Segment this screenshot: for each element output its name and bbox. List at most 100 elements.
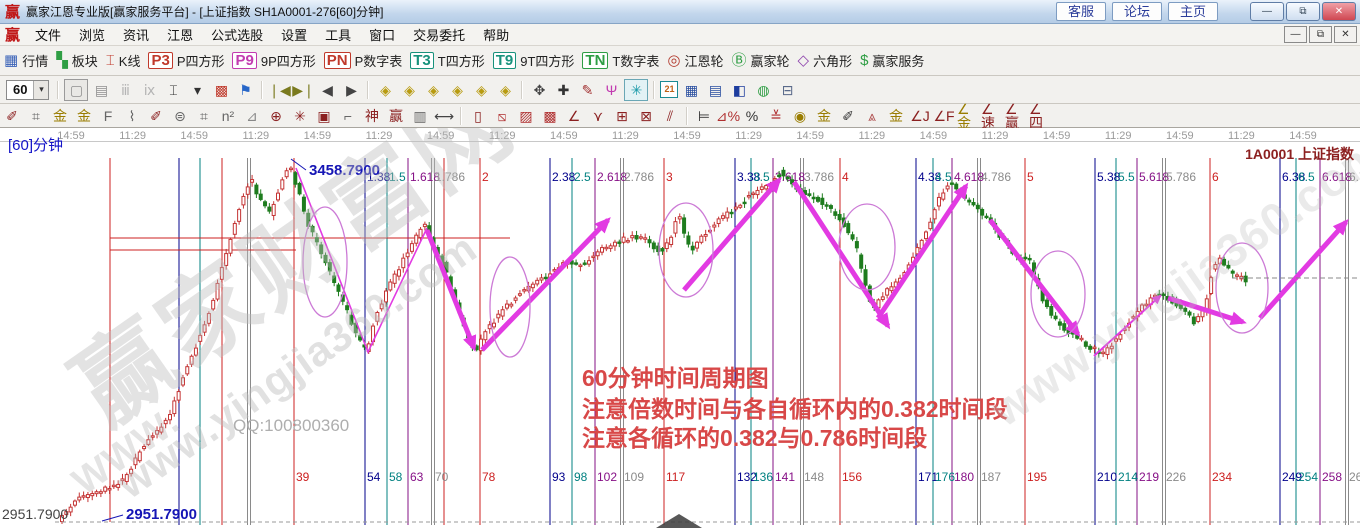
steps-icon[interactable]: ⊨ bbox=[693, 106, 715, 126]
minimize-button[interactable]: — bbox=[1250, 2, 1284, 21]
candle-style-icon[interactable]: ⌶ bbox=[162, 80, 184, 100]
fill-box-icon[interactable]: ▩ bbox=[539, 106, 561, 126]
mdi-minimize-button[interactable]: — bbox=[1284, 26, 1307, 43]
angle-tool-icon[interactable]: ∠ bbox=[563, 106, 585, 126]
winner-service-button[interactable]: $赢家服务 bbox=[860, 51, 924, 70]
titlebar-button-论坛[interactable]: 论坛 bbox=[1112, 2, 1162, 21]
first-bar-icon[interactable]: ❘◀ bbox=[268, 80, 290, 100]
gold-under-icon[interactable]: 金 bbox=[885, 106, 907, 126]
bars-tool-icon[interactable]: ⌐ bbox=[337, 106, 359, 126]
minichart3-icon[interactable]: ⅲ bbox=[114, 80, 136, 100]
menu-item-窗口[interactable]: 窗口 bbox=[360, 25, 404, 44]
hatch-box-icon[interactable]: ▨ bbox=[515, 106, 537, 126]
gann-star-icon[interactable]: ✳ bbox=[289, 106, 311, 126]
shape-icon[interactable]: Ψ bbox=[600, 80, 622, 100]
grid-box-icon[interactable]: ⊞ bbox=[611, 106, 633, 126]
next-bar-icon[interactable]: ▶ bbox=[340, 80, 362, 100]
gold-grid-2-icon[interactable]: 金 bbox=[73, 106, 95, 126]
pen2-tool-icon[interactable]: ✐ bbox=[145, 106, 167, 126]
note-tool-icon[interactable]: ▤ bbox=[90, 80, 112, 100]
box-tool-icon[interactable]: ▯ bbox=[467, 106, 489, 126]
calculator-icon[interactable]: ▦ bbox=[680, 80, 702, 100]
shen-grid-icon[interactable]: 神 bbox=[361, 106, 383, 126]
menu-item-帮助[interactable]: 帮助 bbox=[474, 25, 518, 44]
ink-pen-icon[interactable]: ✐ bbox=[837, 106, 859, 126]
color-chart-icon[interactable]: ⚑ bbox=[234, 80, 256, 100]
pan-hand-icon[interactable]: ✥ bbox=[528, 80, 550, 100]
grid-tool-icon[interactable]: ⌗ bbox=[25, 106, 47, 126]
menu-item-公式选股[interactable]: 公式选股 bbox=[202, 25, 272, 44]
chart-area[interactable]: [60]分钟 1A0001 上证指数 14:5911:2914:5911:291… bbox=[0, 128, 1360, 528]
titlebar-button-客服[interactable]: 客服 bbox=[1056, 2, 1106, 21]
f-grid-icon[interactable]: F bbox=[97, 106, 119, 126]
gann-diamond-4-icon[interactable]: ◈ bbox=[446, 80, 468, 100]
disk-globe-icon[interactable]: ◍ bbox=[752, 80, 774, 100]
win-angle-icon[interactable]: ∠赢 bbox=[1005, 106, 1027, 126]
p-square-button[interactable]: P3P四方形 bbox=[148, 51, 224, 70]
p-number-button[interactable]: PNP数字表 bbox=[324, 51, 403, 70]
menu-item-浏览[interactable]: 浏览 bbox=[70, 25, 114, 44]
spiral-tool-icon[interactable]: ⌇ bbox=[121, 106, 143, 126]
ruler-grid-icon[interactable]: ▥ bbox=[409, 106, 431, 126]
save-icon[interactable]: ◧ bbox=[728, 80, 750, 100]
hash-grid-icon[interactable]: ⌗ bbox=[193, 106, 215, 126]
titlebar-button-主页[interactable]: 主页 bbox=[1168, 2, 1218, 21]
prev-bar-icon[interactable]: ◀ bbox=[316, 80, 338, 100]
quote-button[interactable]: ▦行情 bbox=[4, 51, 48, 70]
brain-icon[interactable]: ✳ bbox=[624, 79, 648, 101]
speed-angle-icon[interactable]: ∠速 bbox=[981, 106, 1003, 126]
gann-diamond-5-icon[interactable]: ◈ bbox=[470, 80, 492, 100]
truck-icon[interactable]: ⊟ bbox=[776, 80, 798, 100]
calendar-icon[interactable]: 21 bbox=[660, 81, 678, 98]
rays-tool-icon[interactable]: ⧅ bbox=[491, 106, 513, 126]
menu-item-江恩[interactable]: 江恩 bbox=[158, 25, 202, 44]
four-angle-icon[interactable]: ∠四 bbox=[1029, 106, 1051, 126]
crosshair-icon[interactable]: ✚ bbox=[552, 80, 574, 100]
period-select[interactable]: 60 ▾ bbox=[6, 80, 49, 100]
t-square-button[interactable]: T3T四方形 bbox=[410, 51, 484, 70]
last-bar-icon[interactable]: ▶❘ bbox=[292, 80, 314, 100]
gann-diamond-2-icon[interactable]: ◈ bbox=[398, 80, 420, 100]
gold-line-icon[interactable]: 金 bbox=[813, 106, 835, 126]
candlestick-chart[interactable]: 14:5911:2914:5911:2914:5911:2914:5911:29… bbox=[0, 128, 1360, 528]
f-angle-icon[interactable]: ∠F bbox=[933, 106, 955, 126]
kline-button[interactable]: ⌶K线 bbox=[106, 51, 141, 70]
gann-diamond-6-icon[interactable]: ◈ bbox=[494, 80, 516, 100]
a-frame-icon[interactable]: ⩓ bbox=[861, 106, 883, 126]
pct-triangle-icon[interactable]: ⊿% bbox=[717, 106, 739, 126]
sector-button[interactable]: ▚板块 bbox=[56, 51, 98, 70]
notebook-icon[interactable]: ▤ bbox=[704, 80, 726, 100]
win-grid-icon[interactable]: 赢 bbox=[385, 106, 407, 126]
gann-diamond-1-icon[interactable]: ◈ bbox=[374, 80, 396, 100]
hexagon-button[interactable]: ◇六角形 bbox=[798, 51, 853, 70]
maximize-button[interactable]: ⧉ bbox=[1286, 2, 1320, 21]
gold-circle-icon[interactable]: ◉ bbox=[789, 106, 811, 126]
percent-icon[interactable]: % bbox=[741, 106, 763, 126]
t9-square-button[interactable]: T99T四方形 bbox=[493, 51, 575, 70]
a-slant-icon[interactable]: ⊿ bbox=[241, 106, 263, 126]
cross-box-icon[interactable]: ⊠ bbox=[635, 106, 657, 126]
gann-box-icon[interactable]: ▣ bbox=[313, 106, 335, 126]
frame-tool-icon[interactable]: ▢ bbox=[64, 79, 88, 101]
slashes-icon[interactable]: ⫽ bbox=[659, 106, 681, 126]
menu-item-文件[interactable]: 文件 bbox=[26, 25, 70, 44]
menu-item-工具[interactable]: 工具 bbox=[316, 25, 360, 44]
candle-style-caret-icon[interactable]: ▾ bbox=[186, 80, 208, 100]
pct-line-icon[interactable]: ≚ bbox=[765, 106, 787, 126]
width-tool-icon[interactable]: ⟷ bbox=[433, 106, 455, 126]
gold-angle-icon[interactable]: ∠金 bbox=[957, 106, 979, 126]
winner-wheel-button[interactable]: Ⓑ赢家轮 bbox=[731, 51, 789, 70]
n2-tool-icon[interactable]: n² bbox=[217, 106, 239, 126]
j-angle-icon[interactable]: ∠J bbox=[909, 106, 931, 126]
gann-circle-icon[interactable]: ⊕ bbox=[265, 106, 287, 126]
menu-item-交易委托[interactable]: 交易委托 bbox=[404, 25, 474, 44]
circle-grid-icon[interactable]: ⊜ bbox=[169, 106, 191, 126]
pen-icon[interactable]: ✎ bbox=[576, 80, 598, 100]
p9-square-button[interactable]: P99P四方形 bbox=[232, 51, 315, 70]
gann-wheel-button[interactable]: ◎江恩轮 bbox=[667, 51, 723, 70]
minichart9-icon[interactable]: ⅸ bbox=[138, 80, 160, 100]
pattern-tool-icon[interactable]: ▩ bbox=[210, 80, 232, 100]
mdi-close-button[interactable]: ✕ bbox=[1334, 26, 1357, 43]
menu-item-资讯[interactable]: 资讯 bbox=[114, 25, 158, 44]
gann-diamond-3-icon[interactable]: ◈ bbox=[422, 80, 444, 100]
